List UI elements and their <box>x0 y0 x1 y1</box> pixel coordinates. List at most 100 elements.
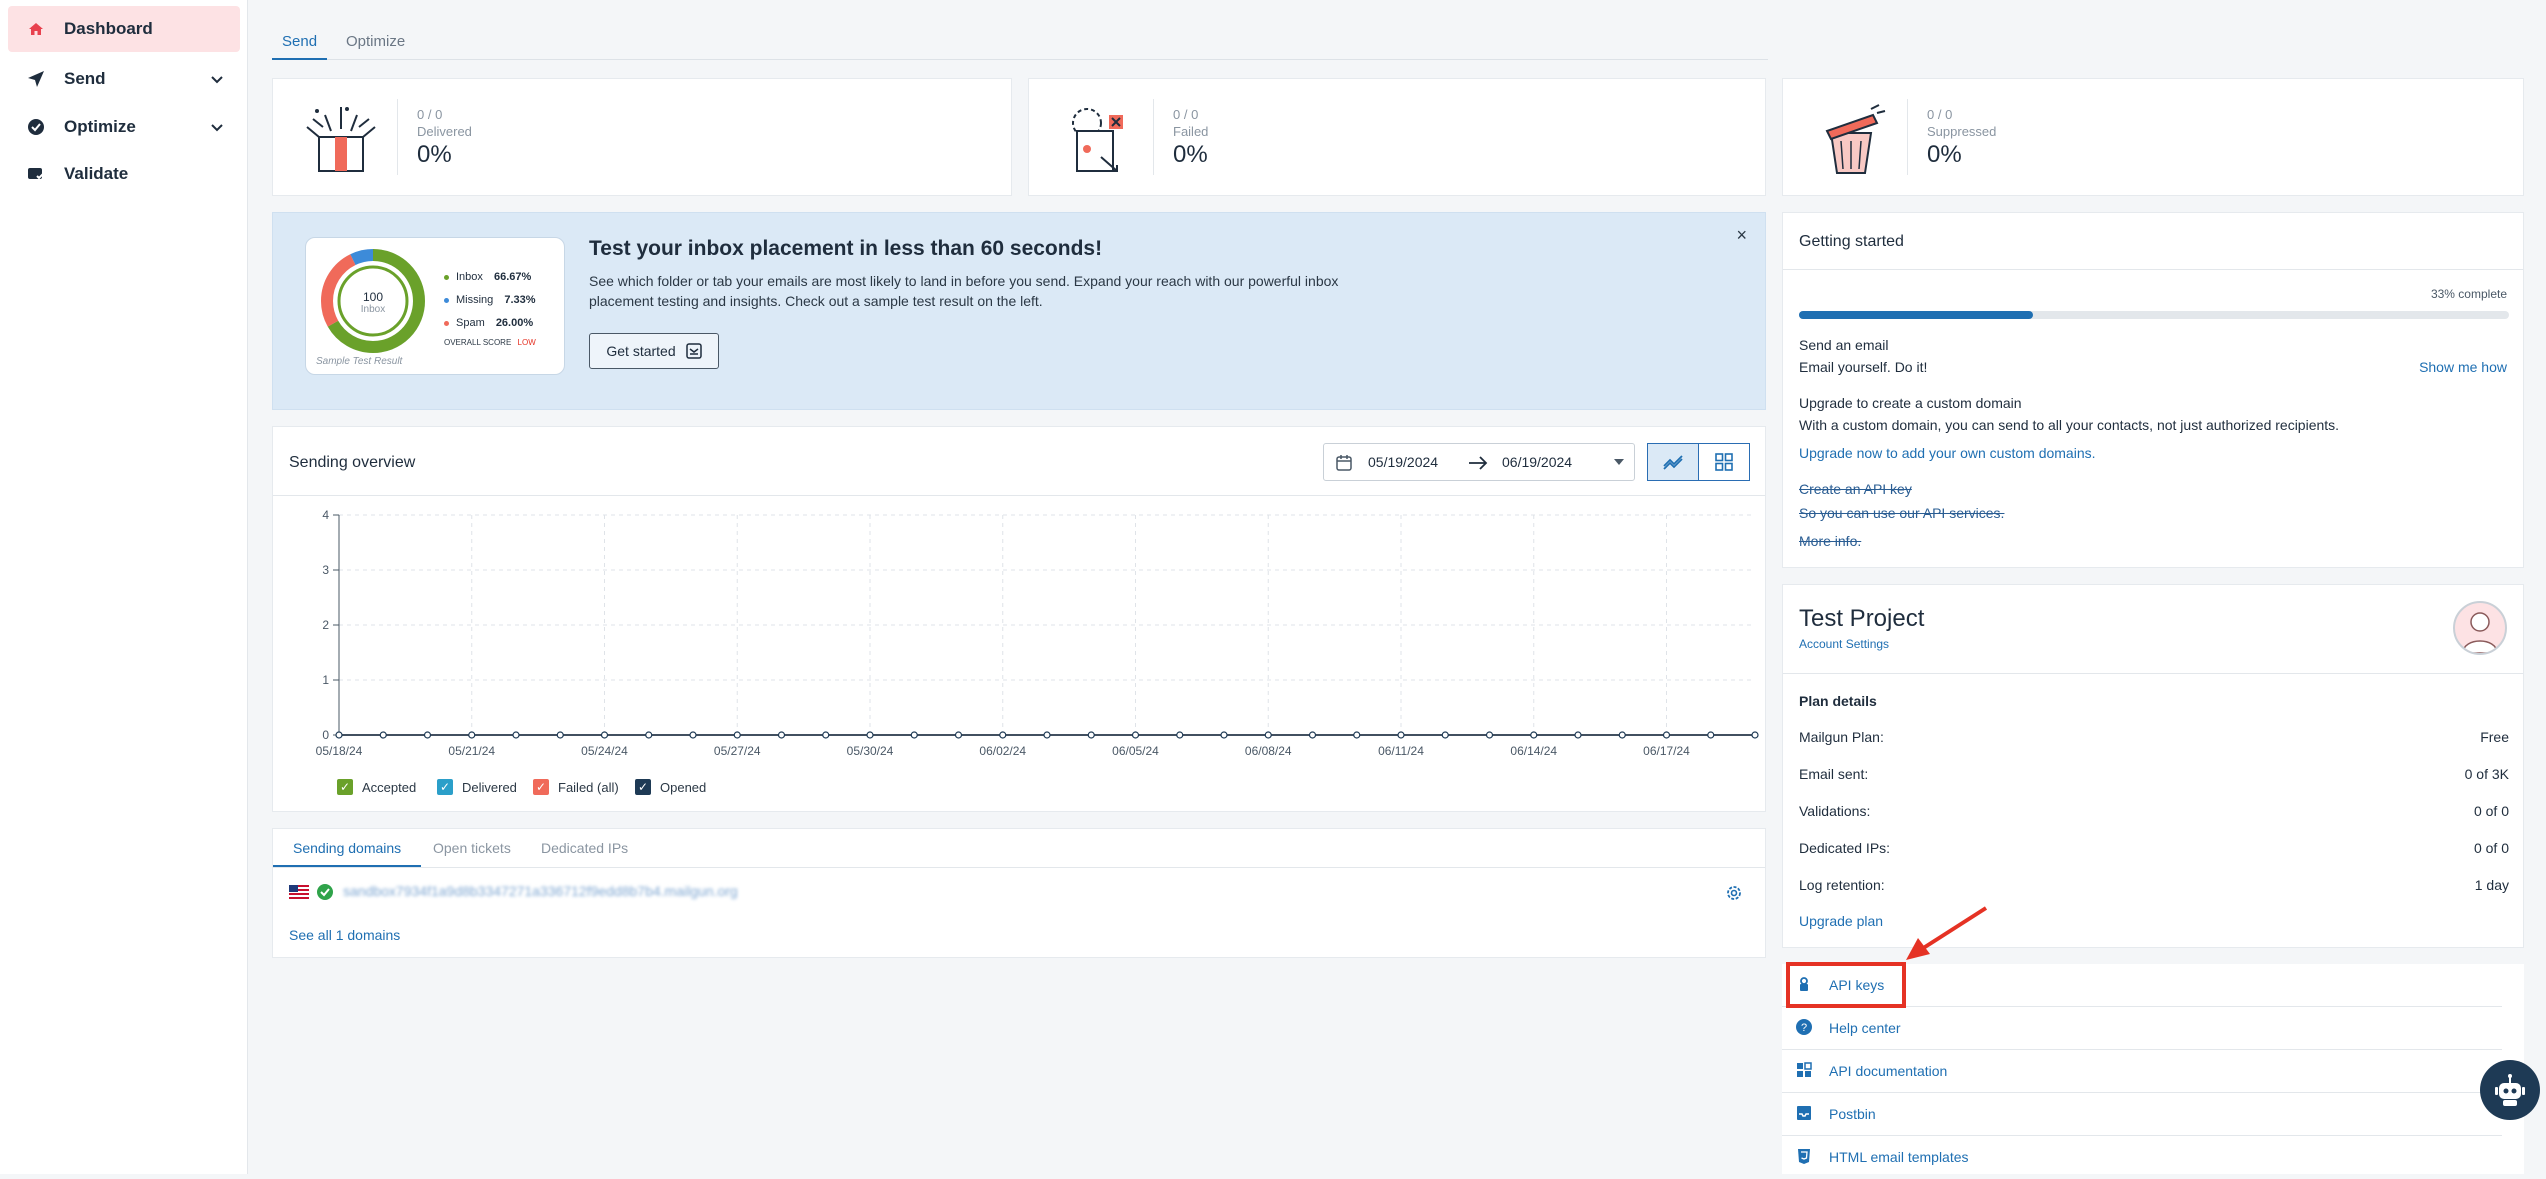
chevron-down-icon[interactable] <box>208 118 226 136</box>
overall-score-label: OVERALL SCORE <box>444 338 512 347</box>
suppressed-label: Suppressed <box>1927 124 1997 139</box>
checkbox-icon[interactable]: ✓ <box>437 779 453 795</box>
svg-text:?: ? <box>1801 1022 1807 1034</box>
domain-name-link[interactable]: sandbox7934f1a9d8b3347271a336712f9edd8b7… <box>343 883 738 899</box>
sidebar-item-label: Dashboard <box>64 19 153 38</box>
avatar[interactable] <box>2453 601 2507 655</box>
link-html-email-templates[interactable]: HTML email templates <box>1782 1136 2502 1179</box>
annotation-arrow-icon <box>1906 906 1988 960</box>
data-point <box>999 731 1007 739</box>
sidebar-item-dashboard[interactable]: Dashboard <box>8 6 240 52</box>
line-chart-view-button[interactable] <box>1647 443 1699 481</box>
legend-value: 7.33% <box>504 294 536 306</box>
checkbox-icon[interactable]: ✓ <box>635 779 651 795</box>
plan-row: Mailgun Plan: Free <box>1799 729 2509 745</box>
date-to[interactable]: 06/19/2024 <box>1502 454 1572 470</box>
tab-send[interactable]: Send <box>272 24 328 60</box>
y-tick-label: 3 <box>322 563 329 577</box>
link-label: API documentation <box>1829 1063 1948 1079</box>
sending-overview-title: Sending overview <box>289 454 416 471</box>
gear-icon[interactable] <box>1725 884 1743 902</box>
more-info-link[interactable]: More info. <box>1799 533 1861 549</box>
project-card: Test Project Account Settings Plan detai… <box>1782 584 2524 948</box>
plan-row: Validations: 0 of 0 <box>1799 803 2509 819</box>
plan-label: Mailgun Plan: <box>1799 729 1884 745</box>
score-label: Inbox <box>360 304 386 315</box>
legend-label: Spam <box>456 317 485 329</box>
data-point <box>512 731 520 739</box>
caret-down-icon[interactable] <box>1614 459 1624 467</box>
x-tick-label: 05/24/24 <box>581 744 628 758</box>
x-tick-label: 06/08/24 <box>1245 744 1292 758</box>
line-chart-icon <box>1663 455 1683 470</box>
step-upgrade-desc: With a custom domain, you can send to al… <box>1799 417 2340 433</box>
link-label: HTML email templates <box>1829 1149 1969 1165</box>
plan-value: Free <box>2480 729 2509 745</box>
plan-row: Email sent: 0 of 3K <box>1799 766 2509 782</box>
show-me-how-link[interactable]: Show me how <box>2419 359 2507 375</box>
tab-sending-domains[interactable]: Sending domains <box>273 829 422 867</box>
close-icon[interactable]: × <box>1736 225 1747 246</box>
getting-started-card: Getting started 33% complete Send an ema… <box>1782 212 2524 568</box>
verified-check-icon <box>317 884 333 900</box>
legend-item-failed[interactable]: ✓ Failed (all) <box>533 779 619 795</box>
chat-bot-button[interactable] <box>2480 1060 2540 1120</box>
plan-value: 0 of 0 <box>2473 840 2509 856</box>
data-point <box>1176 731 1184 739</box>
tab-open-tickets[interactable]: Open tickets <box>413 829 531 867</box>
failed-letter-icon <box>1072 108 1123 172</box>
score-value: 100 <box>362 290 384 304</box>
failed-percent: 0% <box>1173 141 1208 168</box>
see-all-domains-link[interactable]: See all 1 domains <box>289 927 400 943</box>
progress-text: 33% complete <box>2430 287 2507 301</box>
validate-icon <box>26 164 46 184</box>
legend-value: 66.67% <box>493 271 532 283</box>
overall-score: OVERALL SCORE LOW <box>444 338 536 347</box>
data-point <box>1707 731 1715 739</box>
checkbox-icon[interactable]: ✓ <box>337 779 353 795</box>
sidebar-item-send[interactable]: Send <box>8 56 240 102</box>
y-tick-label: 0 <box>322 728 329 742</box>
step-upgrade-title: Upgrade to create a custom domain <box>1799 395 2022 411</box>
data-point <box>1751 731 1759 739</box>
date-from[interactable]: 05/19/2024 <box>1368 454 1438 470</box>
delivered-count: 0 / 0 <box>417 107 443 122</box>
api-doc-icon <box>1797 1062 1812 1077</box>
plan-label: Log retention: <box>1799 877 1885 893</box>
data-point <box>733 731 741 739</box>
data-point <box>600 731 609 739</box>
data-point <box>866 731 874 739</box>
x-tick-label: 06/14/24 <box>1510 744 1557 758</box>
us-flag-icon <box>289 885 309 899</box>
plan-value: 1 day <box>2474 877 2509 893</box>
tab-dedicated-ips[interactable]: Dedicated IPs <box>521 829 648 867</box>
data-point <box>1087 731 1095 739</box>
account-settings-link[interactable]: Account Settings <box>1799 637 1889 651</box>
upgrade-domains-link[interactable]: Upgrade now to add your own custom domai… <box>1799 445 2096 461</box>
legend-item-accepted[interactable]: ✓ Accepted <box>337 779 416 795</box>
gift-box-icon <box>306 107 376 172</box>
sidebar-item-validate[interactable]: Validate <box>8 151 240 197</box>
link-help-center[interactable]: ? Help center <box>1782 1007 2502 1050</box>
legend-item-delivered[interactable]: ✓ Delivered <box>437 779 517 795</box>
plan-label: Email sent: <box>1799 766 1869 782</box>
score-legend: Inbox 66.67% Missing 7.33% Spam 26.00% <box>444 266 536 335</box>
chevron-down-icon[interactable] <box>208 70 226 88</box>
tab-optimize[interactable]: Optimize <box>336 24 415 60</box>
get-started-button[interactable]: Get started <box>589 333 719 369</box>
domain-row[interactable]: sandbox7934f1a9d8b3347271a336712f9edd8b7… <box>289 875 1751 911</box>
x-tick-label: 06/02/24 <box>979 744 1026 758</box>
link-api-documentation[interactable]: API documentation <box>1782 1050 2502 1093</box>
date-range-picker[interactable]: 05/19/2024 06/19/2024 <box>1323 443 1635 481</box>
step-api-key-title[interactable]: Create an API key <box>1799 481 1912 497</box>
legend-label: Missing <box>456 294 494 306</box>
data-point <box>1574 731 1582 739</box>
legend-value: 26.00% <box>495 317 534 329</box>
sidebar-item-optimize[interactable]: Optimize <box>8 104 240 150</box>
link-postbin[interactable]: Postbin <box>1782 1093 2502 1136</box>
grid-view-button[interactable] <box>1698 443 1750 481</box>
upgrade-plan-link[interactable]: Upgrade plan <box>1799 913 1883 929</box>
step-send-email-title: Send an email <box>1799 337 1889 353</box>
checkbox-icon[interactable]: ✓ <box>533 779 549 795</box>
legend-item-opened[interactable]: ✓ Opened <box>635 779 706 795</box>
